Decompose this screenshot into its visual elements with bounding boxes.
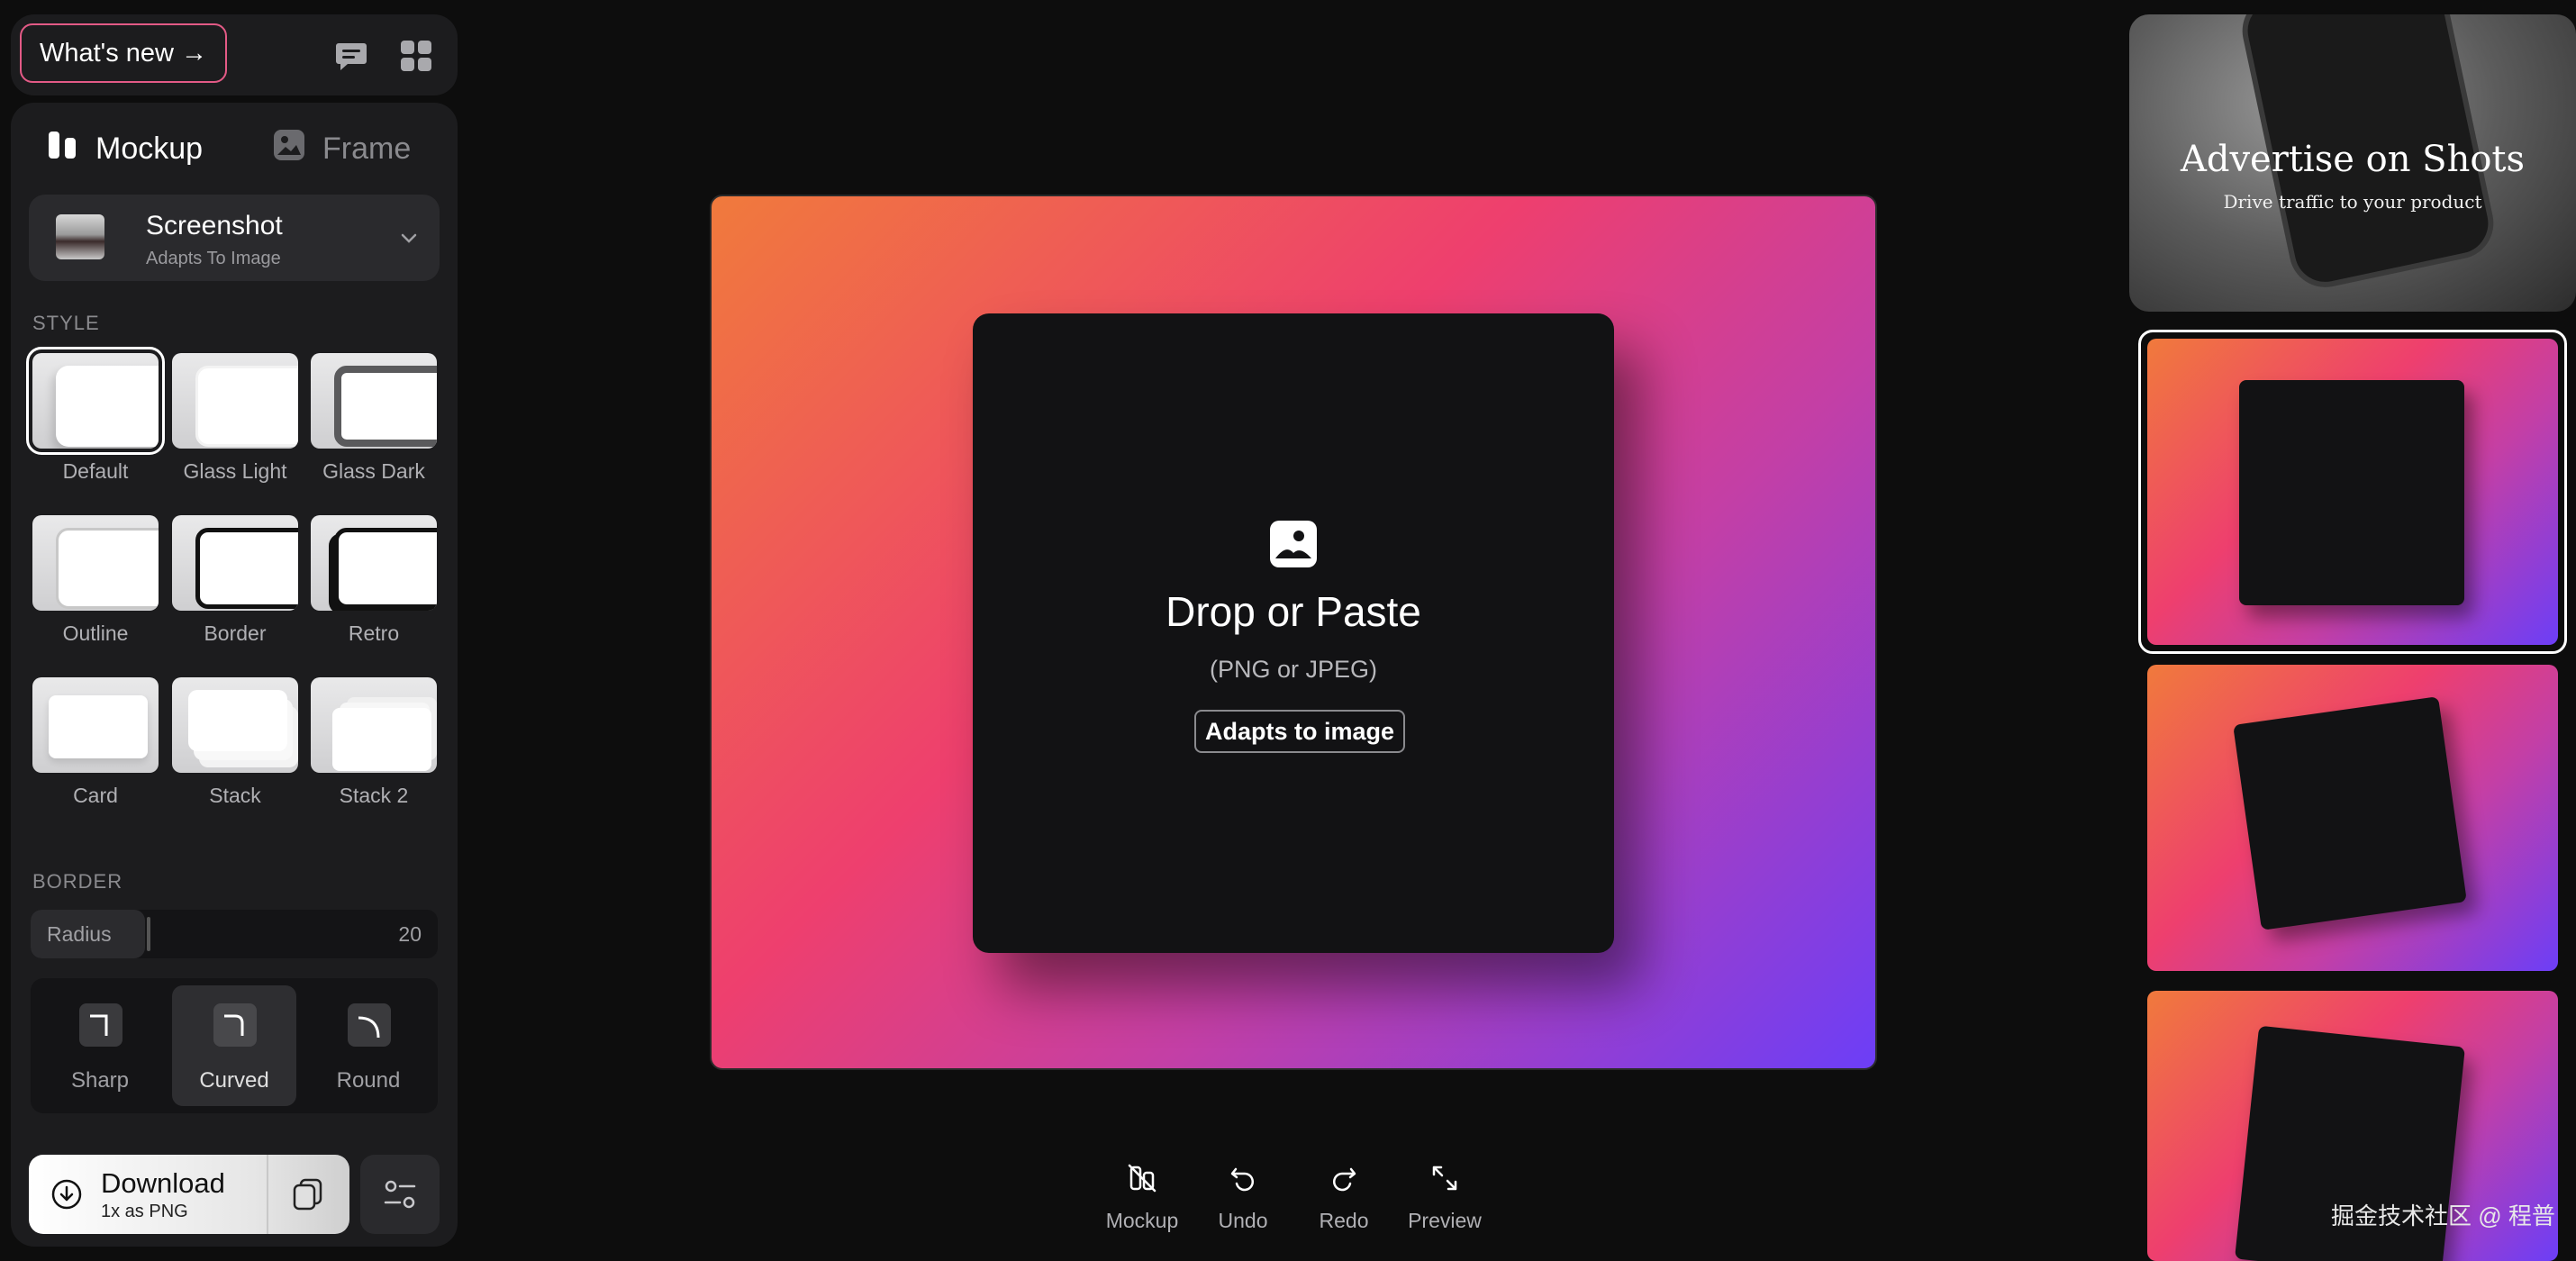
device-selector[interactable]: Screenshot Adapts To Image — [29, 195, 440, 281]
device-selector-title: Screenshot — [146, 211, 283, 240]
tab-frame[interactable]: Frame — [272, 126, 411, 171]
radius-slider[interactable]: Radius 20 — [31, 910, 438, 958]
toolbar-label: Redo — [1319, 1209, 1369, 1232]
download-title: Download — [101, 1167, 225, 1199]
corner-option-label: Sharp — [70, 1068, 130, 1093]
style-option-label: Outline — [62, 621, 129, 645]
watermark-text: 掘金技术社区 @ 程普 — [2331, 1202, 2555, 1229]
toolbar-label: Mockup — [1105, 1209, 1179, 1232]
style-option-label: Card — [73, 784, 118, 807]
download-divider — [267, 1155, 268, 1234]
download-button[interactable]: Download 1x as PNG — [29, 1155, 349, 1234]
style-option-label: Border — [204, 621, 267, 645]
expand-icon — [1432, 1166, 1457, 1191]
toolbar-preview[interactable]: Preview — [1395, 1157, 1494, 1247]
device-thumbnail — [56, 214, 104, 259]
frame-image-icon — [272, 128, 306, 170]
download-icon — [50, 1178, 83, 1211]
ad-title: Advertise on Shots — [2180, 139, 2526, 180]
top-bar: What's new → — [11, 14, 458, 95]
advertisement-banner[interactable]: Advertise on Shots Drive traffic to your… — [2129, 14, 2576, 312]
border-section-label: BORDER — [32, 870, 123, 893]
radius-slider-handle[interactable] — [146, 917, 150, 951]
style-option-outline[interactable] — [32, 515, 159, 611]
style-option-default[interactable] — [26, 347, 165, 455]
tab-mockup[interactable]: Mockup — [47, 126, 203, 171]
style-option-border[interactable] — [172, 515, 298, 611]
redo-icon — [1332, 1167, 1356, 1192]
toolbar-undo[interactable]: Undo — [1193, 1157, 1293, 1247]
style-option-glass-dark[interactable] — [311, 353, 437, 449]
corner-option-round[interactable]: Round — [306, 985, 431, 1106]
corner-sharp-icon — [79, 1003, 122, 1047]
toolbar-label: Undo — [1218, 1209, 1268, 1232]
style-option-glass-light[interactable] — [172, 353, 298, 449]
whats-new-button[interactable]: What's new → — [20, 23, 228, 83]
mode-tabs: Mockup Frame — [11, 103, 458, 193]
style-option-label: Stack 2 — [339, 784, 409, 807]
mockup-settings-panel: Mockup Frame Screenshot Adapts To Image … — [11, 103, 458, 1247]
style-option-stack[interactable] — [172, 677, 298, 773]
tab-mockup-label: Mockup — [95, 131, 204, 166]
tab-frame-label: Frame — [322, 131, 412, 166]
feedback-icon[interactable] — [333, 38, 369, 74]
toolbar-mockup-toggle[interactable]: Mockup — [1093, 1157, 1192, 1247]
corner-round-icon — [348, 1003, 391, 1047]
style-section-label: STYLE — [32, 312, 100, 334]
image-drop-zone[interactable]: Drop or Paste (PNG or JPEG) Adapts to im… — [973, 313, 1614, 953]
download-subtitle: 1x as PNG — [101, 1202, 188, 1221]
apps-grid-icon[interactable] — [398, 38, 434, 74]
export-settings-button[interactable] — [360, 1155, 440, 1234]
style-option-label: Retro — [348, 621, 400, 645]
style-option-card[interactable] — [32, 677, 159, 773]
corner-style-group: Sharp Curved Round — [31, 978, 438, 1113]
mockup-icon — [47, 129, 79, 169]
corner-option-label: Curved — [199, 1068, 269, 1093]
chevron-down-icon — [398, 227, 420, 249]
preset-thumbnail[interactable] — [2147, 339, 2558, 645]
radius-label: Radius — [47, 922, 112, 946]
style-option-label: Glass Light — [183, 459, 287, 483]
corner-curved-icon — [213, 1003, 257, 1047]
style-option-label: Default — [62, 459, 129, 483]
ad-subtitle: Drive traffic to your product — [2223, 191, 2482, 213]
image-icon — [1268, 519, 1319, 569]
device-selector-subtitle: Adapts To Image — [146, 249, 281, 268]
corner-option-label: Round — [336, 1068, 401, 1093]
style-option-label: Glass Dark — [322, 459, 425, 483]
adapts-to-image-badge: Adapts to image — [1194, 710, 1406, 753]
mockup-canvas[interactable]: Drop or Paste (PNG or JPEG) Adapts to im… — [710, 195, 1877, 1070]
preset-thumbnail[interactable] — [2147, 665, 2558, 971]
copy-icon[interactable] — [290, 1176, 326, 1212]
style-option-retro[interactable] — [311, 515, 437, 611]
mockup-off-icon — [1128, 1164, 1156, 1193]
corner-option-sharp[interactable]: Sharp — [38, 985, 162, 1106]
toolbar-redo[interactable]: Redo — [1294, 1157, 1393, 1247]
style-option-stack-2[interactable] — [311, 677, 437, 773]
corner-option-curved[interactable]: Curved — [172, 985, 296, 1106]
drop-subtitle: (PNG or JPEG) — [1209, 656, 1378, 683]
radius-value: 20 — [398, 922, 422, 946]
drop-title: Drop or Paste — [1166, 588, 1421, 635]
style-option-label: Stack — [209, 784, 261, 807]
undo-icon — [1230, 1167, 1255, 1192]
toolbar-label: Preview — [1408, 1209, 1482, 1232]
